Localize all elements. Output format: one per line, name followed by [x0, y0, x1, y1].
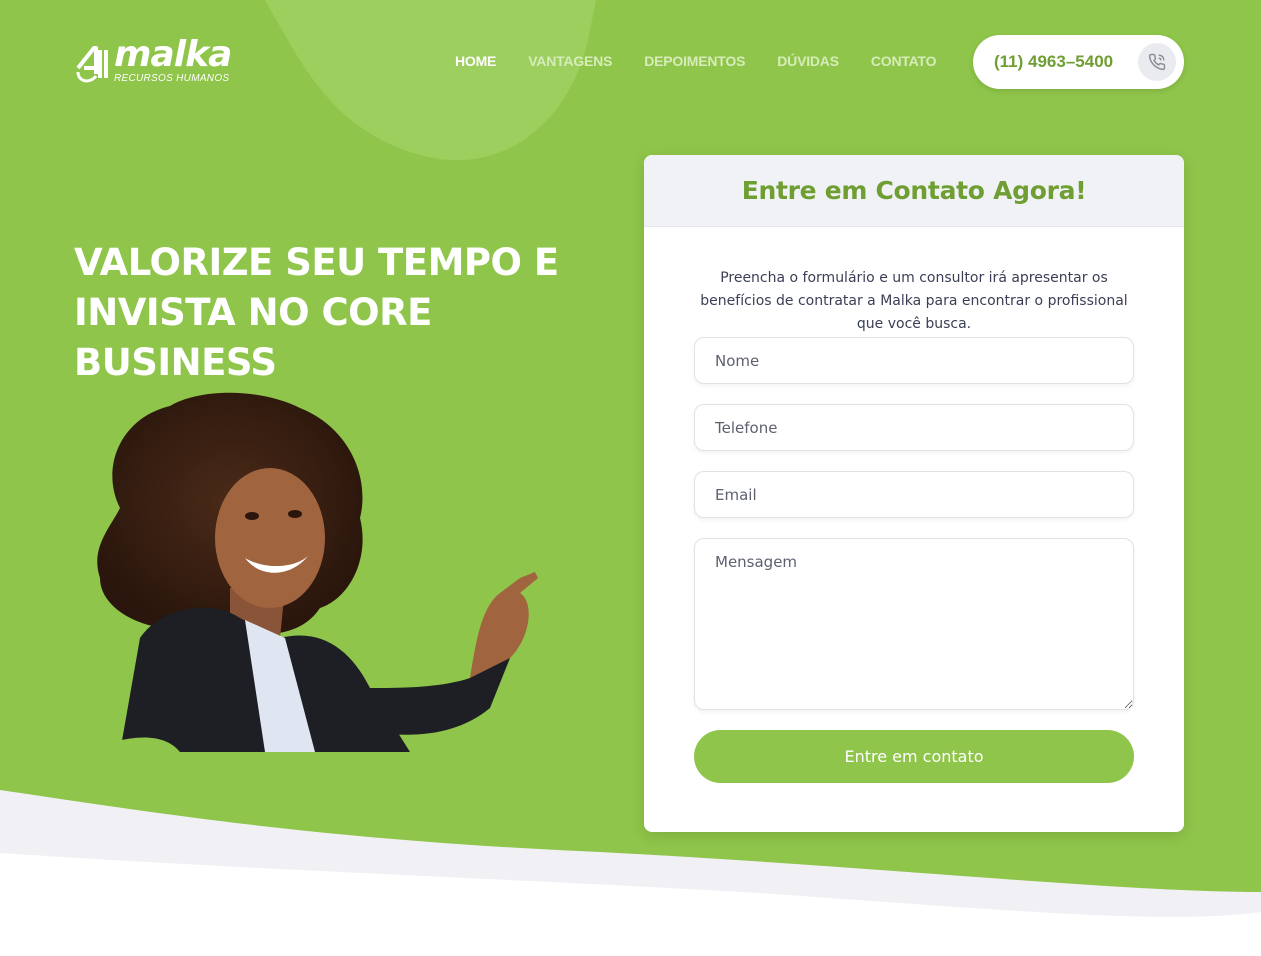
nav-contato[interactable]: CONTATO: [871, 53, 937, 69]
nav-home[interactable]: HOME: [455, 53, 496, 69]
main-nav: HOME VANTAGENS DEPOIMENTOS DÚVIDAS CONTA…: [455, 53, 937, 69]
phone-call-icon: [1138, 43, 1176, 81]
hero-woman-pointing-image: [80, 392, 538, 752]
hero-title: VALORIZE SEU TEMPO E INVISTA NO CORE BUS…: [74, 238, 634, 388]
email-input[interactable]: [694, 471, 1134, 518]
nav-vantagens[interactable]: VANTAGENS: [528, 53, 612, 69]
nav-duvidas[interactable]: DÚVIDAS: [777, 53, 839, 69]
hero-title-line-2: INVISTA NO CORE BUSINESS: [74, 291, 432, 384]
malka-logo-mark-icon: [76, 46, 108, 83]
message-textarea[interactable]: [694, 538, 1134, 710]
logo-wordmark: malka: [114, 34, 232, 75]
name-input[interactable]: [694, 337, 1134, 384]
phone-input[interactable]: [694, 404, 1134, 451]
submit-contact-button[interactable]: Entre em contato: [694, 730, 1134, 783]
contact-form-card: Entre em Contato Agora! Preencha o formu…: [644, 155, 1184, 832]
phone-button[interactable]: (11) 4963–5400: [973, 35, 1184, 89]
logo-subtitle: RECURSOS HUMANOS: [114, 73, 230, 84]
nav-depoimentos[interactable]: DEPOIMENTOS: [644, 53, 745, 69]
hero-title-line-1: VALORIZE SEU TEMPO E: [74, 241, 559, 284]
phone-number: (11) 4963–5400: [994, 52, 1114, 71]
form-header: Entre em Contato Agora!: [644, 155, 1184, 227]
form-title: Entre em Contato Agora!: [741, 176, 1087, 205]
form-description: Preencha o formulário e um consultor irá…: [700, 270, 1128, 332]
malka-logo[interactable]: malka RECURSOS HUMANOS: [74, 34, 234, 90]
